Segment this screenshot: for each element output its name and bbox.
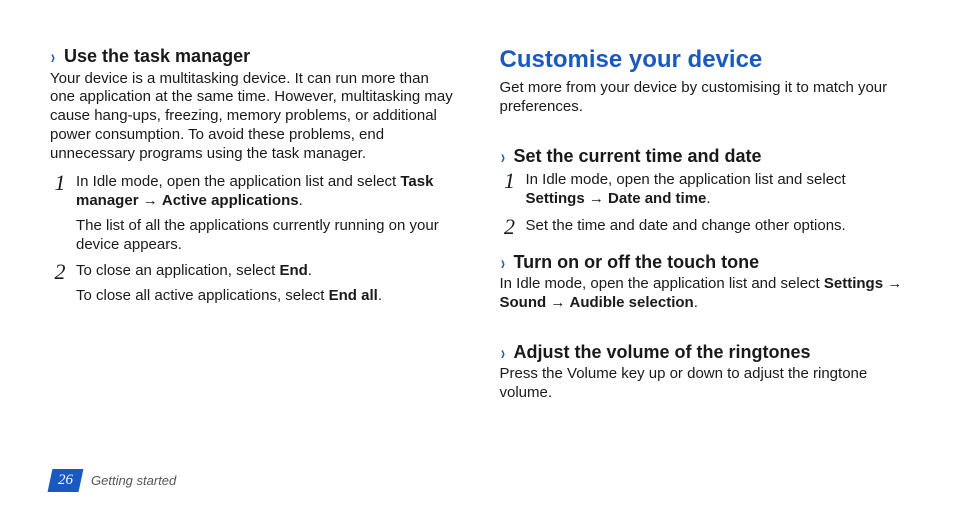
time-date-steps: 1 In Idle mode, open the application lis… [500,171,905,239]
text: In Idle mode, open the application list … [500,275,824,292]
bold-text: Date and time [608,190,706,207]
arrow-text: → [139,192,162,209]
task-manager-heading-text: Use the task manager [64,45,250,68]
text: . [308,262,312,279]
bold-text: Sound [500,294,547,311]
step-body: To close an application, select End. To … [76,262,455,306]
arrow-text: → [883,275,902,292]
text: . [706,190,710,207]
chevron-icon: › [500,250,504,275]
page: › Use the task manager Your device is a … [0,0,954,518]
touch-tone-body: In Idle mode, open the application list … [500,275,905,313]
customise-intro: Get more from your device by customising… [500,79,905,117]
task-manager-steps: 1 In Idle mode, open the application lis… [50,173,455,306]
text: . [299,192,303,209]
page-footer: 26 Getting started [50,469,176,492]
chevron-icon: › [51,45,55,70]
text: In Idle mode, open the application list … [76,173,400,190]
step-body: In Idle mode, open the application list … [526,171,905,209]
list-item: 2 Set the time and date and change other… [500,217,905,239]
bold-text: End all [329,287,378,304]
task-manager-heading: › Use the task manager [50,45,455,68]
step-line: In Idle mode, open the application list … [76,173,455,211]
step-line: To close all active applications, select… [76,287,455,306]
list-item: 1 In Idle mode, open the application lis… [50,173,455,254]
touch-tone-heading: › Turn on or off the touch tone [500,251,905,274]
touch-tone-heading-text: Turn on or off the touch tone [514,251,760,274]
step-line: The list of all the applications current… [76,217,455,255]
list-item: 1 In Idle mode, open the application lis… [500,171,905,209]
columns: › Use the task manager Your device is a … [50,45,904,413]
chevron-icon: › [500,144,504,169]
text: . [378,287,382,304]
step-number: 2 [50,261,70,283]
page-number: 26 [58,471,73,490]
list-item: 2 To close an application, select End. T… [50,262,455,306]
page-number-badge: 26 [48,469,84,492]
task-manager-intro: Your device is a multitasking device. It… [50,70,455,164]
arrow-text: → [585,190,608,207]
section-name: Getting started [91,473,176,489]
time-date-heading-text: Set the current time and date [514,145,762,168]
left-column: › Use the task manager Your device is a … [50,45,455,413]
ringtone-heading-text: Adjust the volume of the ringtones [514,341,811,364]
arrow-text: → [546,294,569,311]
bold-text: Audible selection [570,294,694,311]
step-line: Set the time and date and change other o… [526,217,905,236]
bold-text: Settings [824,275,883,292]
text: In Idle mode, open the application list … [526,171,846,188]
ringtone-heading: › Adjust the volume of the ringtones [500,341,905,364]
text: To close an application, select [76,262,279,279]
text: . [694,294,698,311]
step-number: 1 [500,170,520,192]
step-body: In Idle mode, open the application list … [76,173,455,254]
right-column: Customise your device Get more from your… [500,45,905,413]
step-line: In Idle mode, open the application list … [526,171,905,209]
step-number: 1 [50,172,70,194]
step-line: To close an application, select End. [76,262,455,281]
ringtone-body: Press the Volume key up or down to adjus… [500,365,905,403]
time-date-heading: › Set the current time and date [500,145,905,168]
bold-text: Settings [526,190,585,207]
chevron-icon: › [500,340,504,365]
step-body: Set the time and date and change other o… [526,217,905,236]
bold-text: Active applications [162,192,299,209]
text: To close all active applications, select [76,287,329,304]
bold-text: End [279,262,307,279]
customise-heading: Customise your device [500,45,905,75]
step-number: 2 [500,216,520,238]
